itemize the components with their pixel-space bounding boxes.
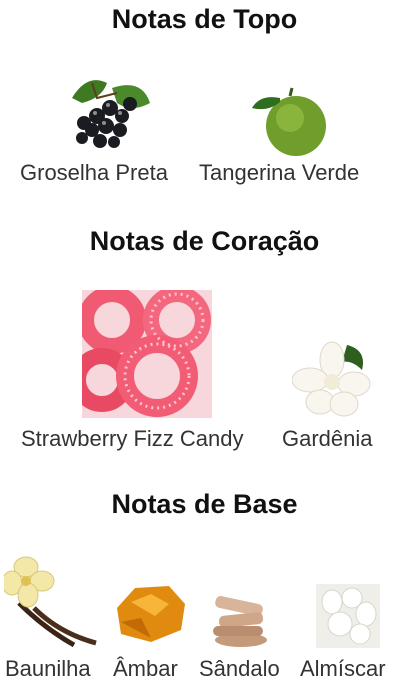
- vanilla-icon: [4, 556, 97, 648]
- note-label: Gardênia: [282, 426, 373, 451]
- note-label: Âmbar: [113, 656, 178, 681]
- strawberry-candy-icon: [82, 290, 212, 418]
- note-label: Almíscar: [300, 656, 386, 681]
- note-almiscar: Almíscar: [300, 656, 386, 682]
- note-strawberry-fizz-candy: Strawberry Fizz Candy: [21, 426, 244, 452]
- top-notes-title: Notas de Topo: [111, 4, 298, 34]
- heart-notes-title: Notas de Coração: [89, 226, 320, 256]
- blackcurrant-icon: [72, 80, 150, 148]
- gardenia-icon: [292, 341, 371, 417]
- note-label: Groselha Preta: [20, 160, 168, 185]
- note-groselha-preta: Groselha Preta: [20, 160, 168, 186]
- note-ambar: Âmbar: [113, 656, 178, 682]
- note-sandalo: Sândalo: [199, 656, 280, 682]
- musk-icon: [316, 584, 380, 648]
- note-label: Strawberry Fizz Candy: [21, 426, 244, 451]
- sandalwood-icon: [213, 596, 267, 647]
- green-tangerine-icon: [252, 87, 326, 156]
- note-gardenia: Gardênia: [282, 426, 373, 452]
- note-tangerina-verde: Tangerina Verde: [199, 160, 359, 186]
- note-label: Tangerina Verde: [199, 160, 360, 185]
- amber-icon: [117, 586, 185, 642]
- note-baunilha: Baunilha: [5, 656, 91, 682]
- note-label: Baunilha: [5, 656, 91, 681]
- note-label: Sândalo: [199, 656, 280, 681]
- base-notes-title: Notas de Base: [111, 489, 298, 519]
